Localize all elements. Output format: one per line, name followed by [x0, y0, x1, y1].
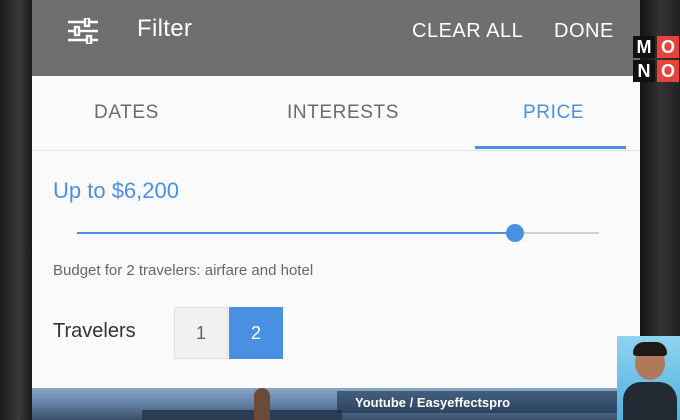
presenter-inset	[617, 336, 680, 420]
price-value: Up to $6,200	[53, 178, 179, 203]
done-button[interactable]: DONE	[554, 20, 614, 43]
filter-tabs: DATES INTERESTS PRICE	[32, 76, 640, 151]
tab-dates[interactable]: DATES	[94, 102, 159, 124]
device-frame-left	[0, 0, 32, 420]
photo-dome	[254, 388, 270, 420]
price-slider[interactable]	[77, 224, 599, 242]
price-slider-fill	[77, 232, 516, 234]
tab-interests[interactable]: INTERESTS	[287, 102, 399, 124]
logo-letter-m: M	[633, 36, 655, 58]
tab-price[interactable]: PRICE	[523, 102, 584, 124]
logo-letter-n: N	[633, 60, 655, 82]
clear-all-button[interactable]: CLEAR ALL	[412, 20, 523, 43]
active-tab-indicator	[475, 146, 626, 149]
sliders-icon[interactable]	[68, 18, 98, 44]
travelers-option-2[interactable]: 2	[229, 307, 283, 359]
presenter-hair	[633, 342, 667, 356]
travelers-label: Travelers	[53, 320, 136, 342]
app-bar: Filter CLEAR ALL DONE	[32, 0, 640, 76]
video-watermark: Youtube / Easyeffectspro	[337, 391, 640, 413]
photo-building	[142, 410, 342, 420]
page-title: Filter	[137, 15, 193, 42]
travelers-option-1[interactable]: 1	[174, 307, 228, 359]
channel-logo: M O N O	[633, 36, 679, 82]
logo-letter-o: O	[657, 36, 679, 58]
phone-screen: Filter CLEAR ALL DONE DATES INTERESTS PR…	[32, 0, 640, 420]
budget-note: Budget for 2 travelers: airfare and hote…	[53, 262, 314, 279]
logo-letter-o-2: O	[657, 60, 679, 82]
presenter-body	[623, 382, 677, 420]
price-slider-thumb[interactable]	[506, 224, 525, 242]
